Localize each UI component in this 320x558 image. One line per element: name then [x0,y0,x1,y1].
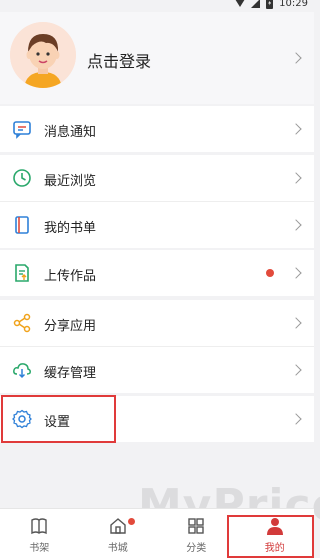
booklist-icon [15,216,29,234]
upload-doc-icon [15,264,29,282]
menu-item-share[interactable]: 分享应用 [0,300,314,346]
menu-item-label: 分享应用 [44,319,97,334]
chevron-right-icon [290,219,302,231]
menu-item-label: 缓存管理 [44,366,97,381]
menu-group-upload: 上传作品 [0,250,314,296]
me-tab-highlight-box [227,515,314,558]
menu-item-upload[interactable]: 上传作品 [0,250,314,296]
notification-dot [266,269,274,277]
tab-label: 分类 [186,543,207,554]
home-icon [110,518,126,534]
cloud-download-icon [13,363,31,379]
chevron-right-icon [290,123,302,135]
settings-highlight-box [1,395,116,443]
share-icon [13,313,31,333]
login-text[interactable]: 点击登录 [87,48,151,72]
grid-icon [188,518,204,534]
tab-category[interactable]: 分类 [157,509,236,558]
notification-dot [128,518,135,525]
menu-item-label: 消息通知 [44,125,97,140]
chevron-right-icon [290,267,302,279]
clock-icon [13,169,31,187]
menu-group-history: 最近浏览 我的书单 [0,155,314,248]
tab-label: 书架 [29,543,50,554]
battery-icon [266,0,274,9]
status-time: 10:29 [279,0,308,9]
menu-group-notifications: 消息通知 [0,106,314,152]
chevron-right-icon [290,317,302,329]
avatar[interactable] [10,22,76,88]
wifi-icon [235,0,246,7]
cartoon-avatar-icon [10,22,76,88]
menu-item-label: 最近浏览 [44,174,97,189]
tab-label: 书城 [107,543,128,554]
menu-item-label: 上传作品 [44,269,97,284]
tab-bookstore[interactable]: 书城 [79,509,158,558]
bookshelf-icon [31,518,47,535]
menu-item-recent[interactable]: 最近浏览 [0,155,314,201]
tab-bookshelf[interactable]: 书架 [0,509,79,558]
chevron-right-icon [290,413,302,425]
menu-group-tools: 分享应用 缓存管理 [0,300,314,393]
menu-item-notifications[interactable]: 消息通知 [0,106,314,152]
signal-icon [251,0,261,8]
menu-item-label: 我的书单 [44,221,97,236]
chevron-right-icon [290,52,302,64]
chevron-right-icon [290,364,302,376]
menu-item-booklist[interactable]: 我的书单 [0,202,314,248]
message-icon [13,121,31,139]
profile-login-row[interactable]: 点击登录 [0,12,314,104]
chevron-right-icon [290,172,302,184]
menu-item-cache[interactable]: 缓存管理 [0,347,314,393]
